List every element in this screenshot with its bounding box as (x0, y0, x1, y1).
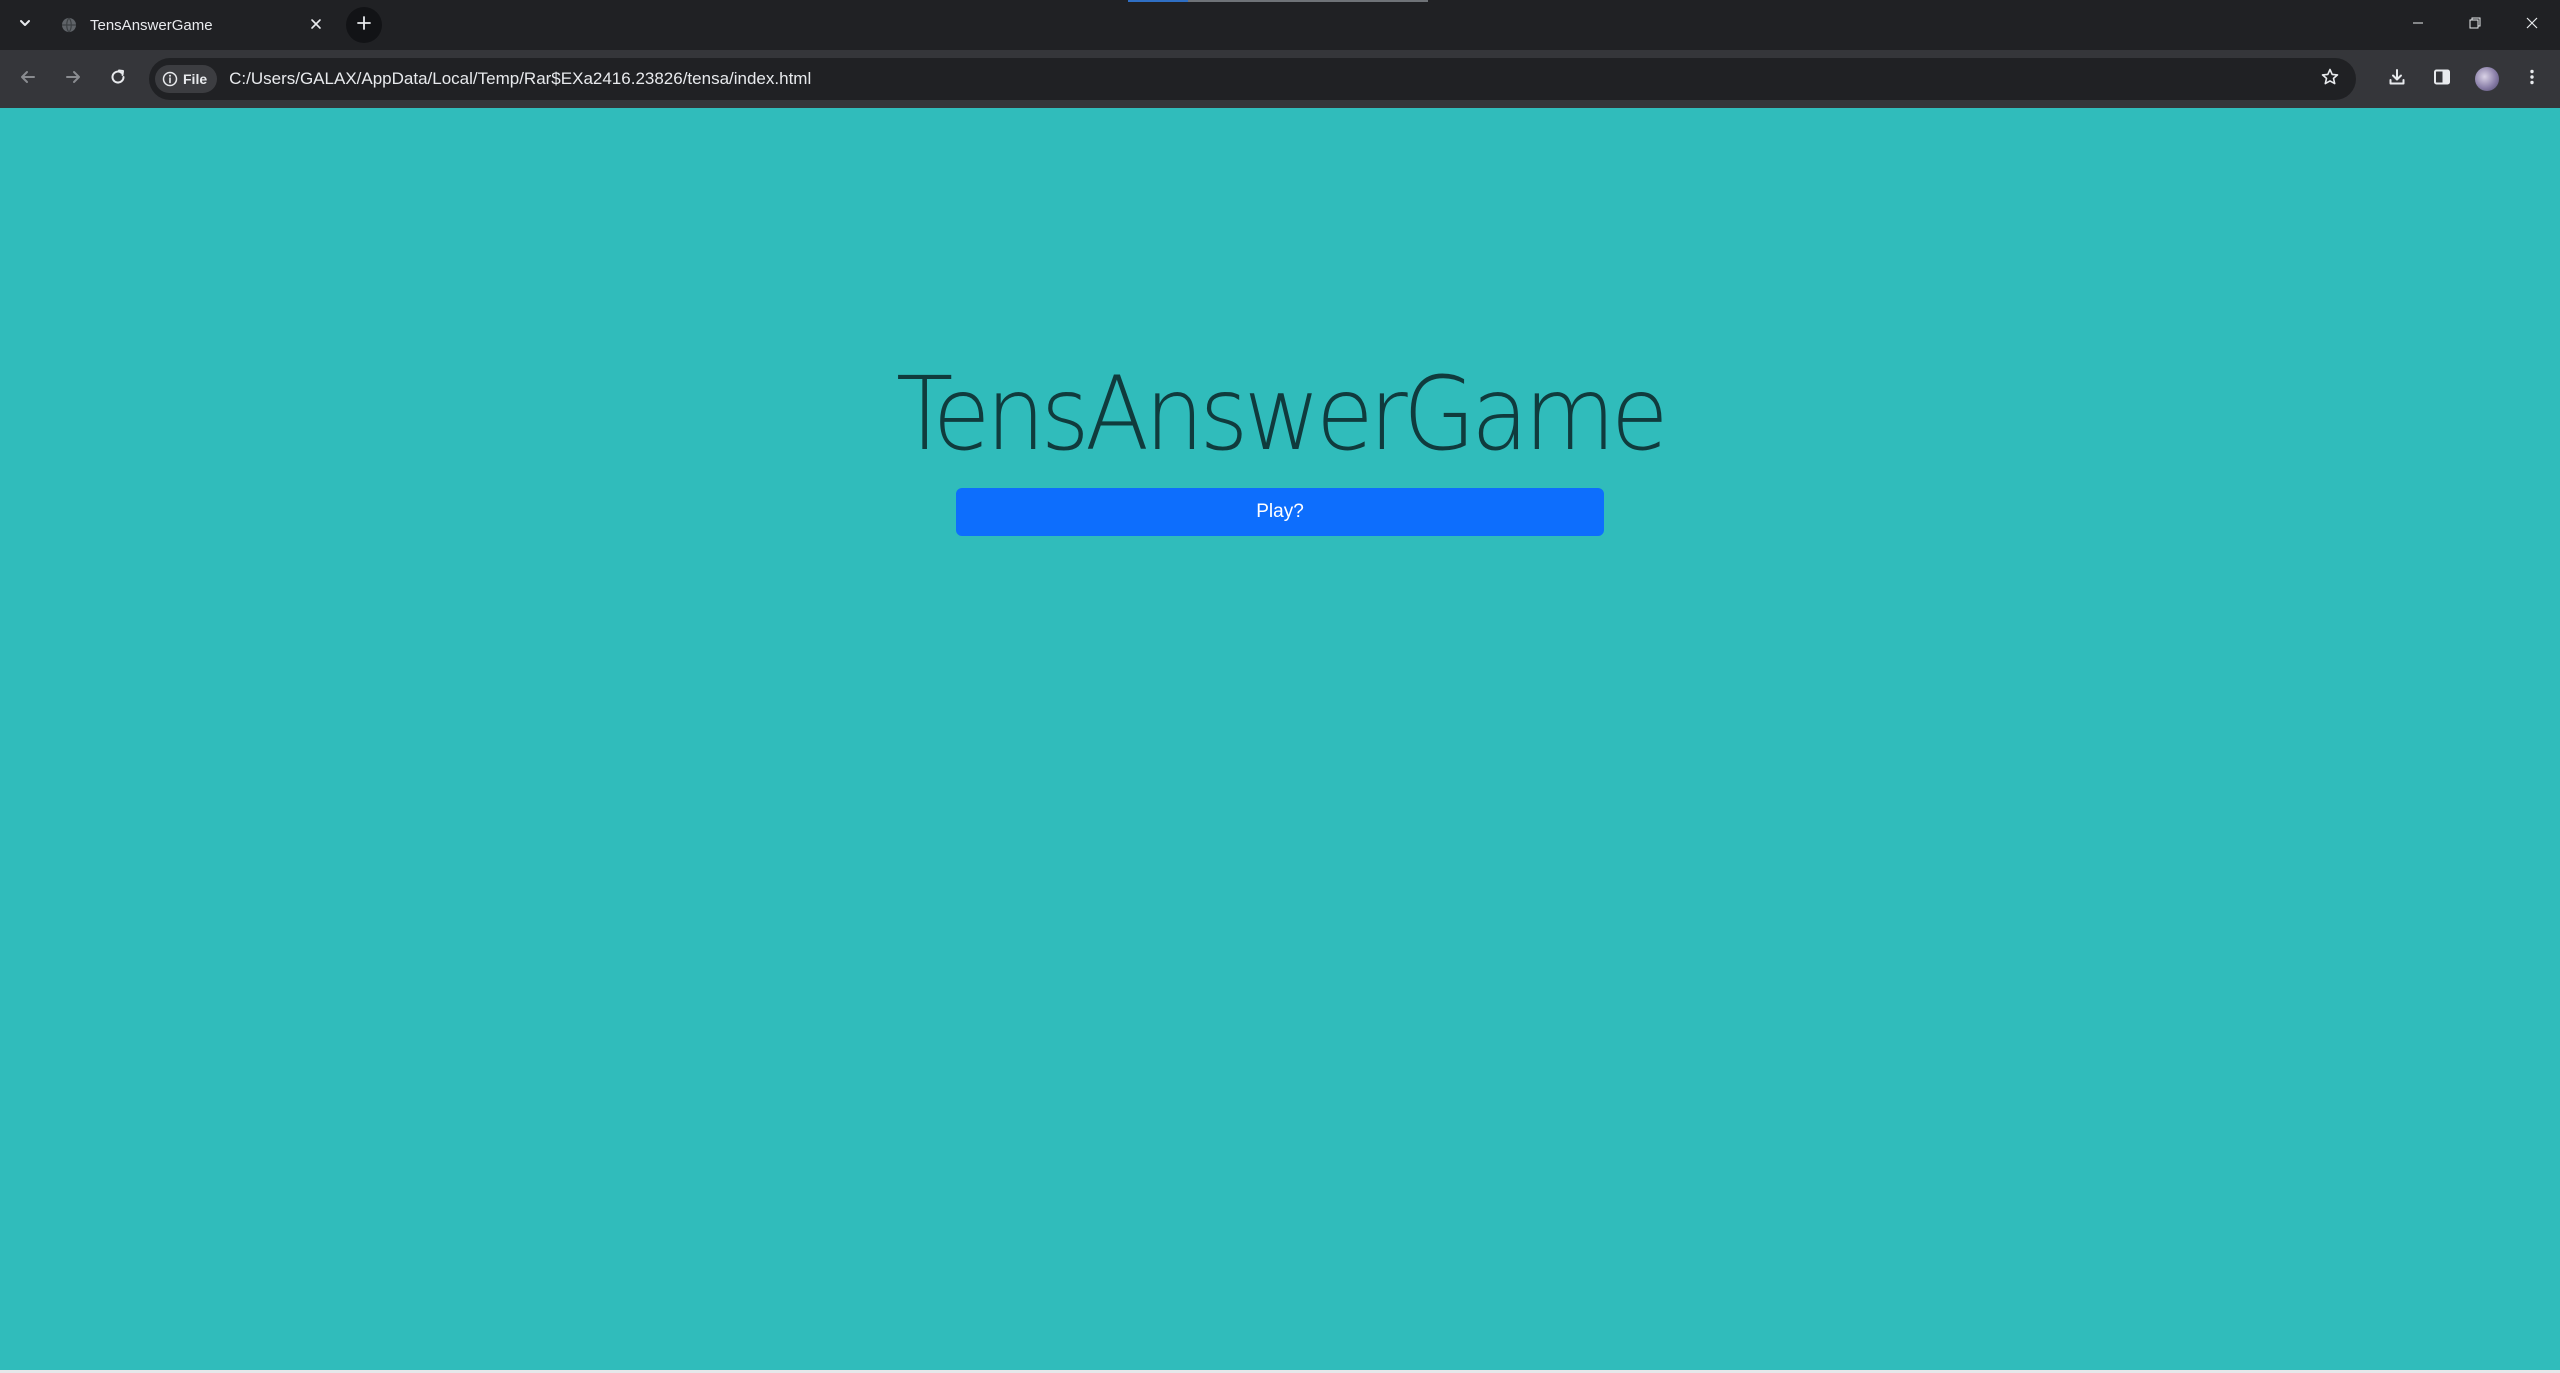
reload-icon (109, 68, 127, 91)
arrow-right-icon (64, 68, 82, 91)
bookmark-button[interactable] (2318, 67, 2342, 91)
plus-icon (356, 15, 372, 36)
tab-loading-indicator (1128, 0, 1428, 2)
browser-window: TensAnswerGame File C:/Users/GALAX/AppDa… (0, 0, 2560, 1373)
more-vertical-icon (2522, 67, 2542, 92)
close-icon (2525, 16, 2539, 35)
forward-button[interactable] (55, 61, 91, 97)
toolbar-actions (2370, 61, 2550, 97)
reload-button[interactable] (100, 61, 136, 97)
close-icon (310, 17, 322, 34)
downloads-button[interactable] (2379, 61, 2415, 97)
minimize-icon (2411, 16, 2425, 35)
side-panel-icon (2432, 67, 2452, 92)
star-icon (2320, 67, 2340, 92)
restore-icon (2468, 16, 2482, 35)
page-title: TensAnswerGame (895, 355, 1669, 474)
url-text[interactable]: C:/Users/GALAX/AppData/Local/Temp/Rar$EX… (229, 69, 811, 89)
tab-title: TensAnswerGame (90, 16, 213, 34)
back-button[interactable] (10, 61, 46, 97)
tab-active[interactable]: TensAnswerGame (50, 0, 340, 50)
tab-close-button[interactable] (304, 13, 328, 37)
side-panel-button[interactable] (2424, 61, 2460, 97)
globe-icon (60, 16, 78, 34)
minimize-button[interactable] (2389, 0, 2446, 50)
profile-button[interactable] (2469, 61, 2505, 97)
address-bar[interactable]: File C:/Users/GALAX/AppData/Local/Temp/R… (149, 58, 2356, 100)
close-window-button[interactable] (2503, 0, 2560, 50)
play-button[interactable]: Play? (956, 488, 1604, 536)
chip-label: File (183, 71, 208, 87)
window-controls (2389, 0, 2560, 50)
info-icon (162, 71, 178, 87)
avatar (2475, 67, 2499, 91)
new-tab-button[interactable] (346, 7, 382, 43)
browser-toolbar: File C:/Users/GALAX/AppData/Local/Temp/R… (0, 50, 2560, 108)
restore-button[interactable] (2446, 0, 2503, 50)
arrow-left-icon (19, 68, 37, 91)
tab-strip: TensAnswerGame (0, 0, 2560, 50)
page-content: TensAnswerGame Play? (0, 108, 2560, 1370)
download-icon (2387, 67, 2407, 92)
menu-button[interactable] (2514, 61, 2550, 97)
tab-search-button[interactable] (0, 0, 50, 50)
chevron-down-icon (18, 16, 32, 35)
site-info-chip[interactable]: File (155, 65, 218, 93)
